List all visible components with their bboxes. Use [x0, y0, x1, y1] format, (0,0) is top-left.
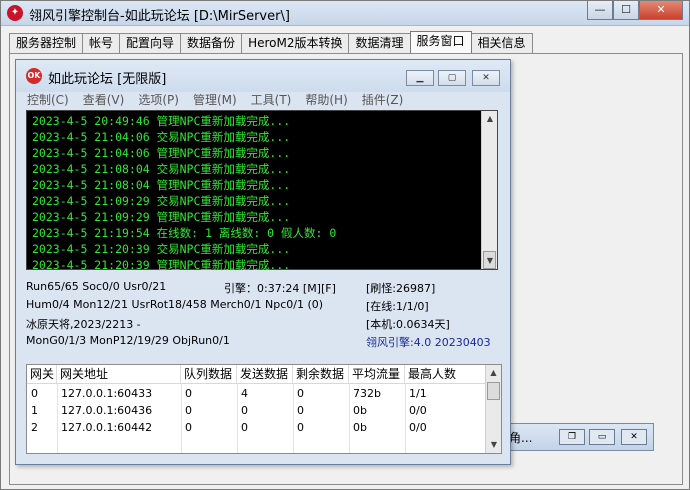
cell-remaining: 0 — [297, 421, 304, 434]
cell-avg-traffic: 732b — [353, 387, 381, 400]
app-logo-icon: ✦ — [7, 5, 23, 21]
window-title: 翎风引擎控制台-如此玩论坛 [D:\MirServer\] — [29, 9, 290, 24]
menu-options[interactable]: 选项(P) — [131, 90, 186, 110]
status-server-info: 冰原天将,2023/2213 - — [26, 318, 141, 331]
cell-queue: 0 — [185, 421, 192, 434]
status-hum: Hum0/4 Mon12/21 UsrRot18/458 Merch0/1 Np… — [26, 298, 324, 311]
status-version: 翎风引擎:4.0 20230403 — [366, 336, 491, 349]
log-line: 2023-4-5 21:20:39 交易NPC重新加载完成... — [32, 242, 291, 256]
log-line: 2023-4-5 21:09:29 管理NPC重新加载完成... — [32, 210, 291, 224]
cell-address: 127.0.0.1:60442 — [61, 421, 153, 434]
cell-gateway: 1 — [31, 404, 38, 417]
main-window: ✦ 翎风引擎控制台-如此玩论坛 [D:\MirServer\] — ☐ ✕ 服务… — [0, 0, 690, 490]
minimized-window[interactable]: 角... ❐ ▭ ✕ — [504, 423, 654, 451]
log-line: 2023-4-5 21:09:29 交易NPC重新加载完成... — [32, 194, 291, 208]
gateway-table: 网关 网关地址 队列数据 发送数据 剩余数据 平均流量 最高人数 0 127.0… — [26, 364, 502, 454]
log-line: 2023-4-5 21:08:04 管理NPC重新加载完成... — [32, 178, 291, 192]
status-panel: Run65/65 Soc0/0 Usr0/21 引擎：0:37:24 [M][F… — [26, 276, 504, 364]
log-line: 2023-4-5 20:49:46 管理NPC重新加载完成... — [32, 114, 291, 128]
status-engine-time: 引擎：0:37:24 [M][F] — [224, 282, 336, 295]
col-queue[interactable]: 队列数据 — [181, 365, 237, 384]
col-avg-traffic[interactable]: 平均流量 — [349, 365, 405, 384]
close-button[interactable]: ✕ — [639, 1, 683, 20]
menu-control[interactable]: 控制(C) — [20, 90, 76, 110]
cell-max-users: 0/0 — [409, 421, 427, 434]
table-scrollbar-thumb[interactable] — [487, 382, 500, 400]
status-mon: MonG0/1/3 MonP12/19/29 ObjRun0/1 — [26, 334, 230, 347]
tab-herom2-convert[interactable]: HeroM2版本转换 — [241, 33, 350, 53]
cell-sent: 0 — [241, 421, 248, 434]
col-address[interactable]: 网关地址 — [57, 365, 181, 384]
table-header: 网关 网关地址 队列数据 发送数据 剩余数据 平均流量 最高人数 — [27, 365, 487, 384]
col-remaining[interactable]: 剩余数据 — [293, 365, 349, 384]
tab-config-wizard[interactable]: 配置向导 — [119, 33, 182, 53]
tab-related-info[interactable]: 相关信息 — [470, 33, 533, 53]
table-row[interactable]: 2 127.0.0.1:60442 0 0 0 0b 0/0 — [27, 419, 487, 436]
col-max-users[interactable]: 最高人数 — [405, 365, 487, 384]
close-icon[interactable]: ✕ — [621, 429, 647, 445]
table-scroll-down-icon[interactable]: ▼ — [486, 437, 502, 453]
log-console[interactable]: 2023-4-5 20:49:46 管理NPC重新加载完成... 2023-4-… — [26, 110, 498, 272]
menu-view[interactable]: 查看(V) — [76, 90, 132, 110]
service-window-title: 如此玩论坛 [无限版] — [48, 72, 167, 87]
cell-remaining: 0 — [297, 404, 304, 417]
cell-gateway: 2 — [31, 421, 38, 434]
cell-avg-traffic: 0b — [353, 421, 367, 434]
service-logo-icon: OK — [26, 68, 42, 84]
cell-max-users: 1/1 — [409, 387, 427, 400]
maximize-icon[interactable]: ▭ — [589, 429, 615, 445]
table-scroll-up-icon[interactable]: ▲ — [486, 365, 501, 381]
cell-gateway: 0 — [31, 387, 38, 400]
cell-queue: 0 — [185, 387, 192, 400]
menu-plugins[interactable]: 插件(Z) — [355, 90, 411, 110]
scroll-down-arrow-icon[interactable]: ▼ — [482, 253, 498, 269]
log-line: 2023-4-5 21:19:54 在线数: 1 离线数: 0 假人数: 0 — [32, 226, 337, 240]
log-line: 2023-4-5 21:04:06 管理NPC重新加载完成... — [32, 146, 291, 160]
title-bar[interactable]: ✦ 翎风引擎控制台-如此玩论坛 [D:\MirServer\] — ☐ ✕ — [1, 1, 689, 26]
cell-remaining: 0 — [297, 387, 304, 400]
minimized-window-label: 角... — [509, 431, 533, 445]
cell-address: 127.0.0.1:60433 — [61, 387, 153, 400]
service-close-button[interactable]: ✕ — [472, 70, 500, 86]
status-online: [在线:1/1/0] — [366, 300, 429, 313]
tab-data-backup[interactable]: 数据备份 — [180, 33, 243, 53]
scroll-up-arrow-icon[interactable]: ▲ — [482, 111, 498, 127]
log-line: 2023-4-5 21:20:39 管理NPC重新加载完成... — [32, 258, 291, 272]
menu-help[interactable]: 帮助(H) — [298, 90, 354, 110]
table-row[interactable]: 1 127.0.0.1:60436 0 0 0 0b 0/0 — [27, 402, 487, 419]
tab-account[interactable]: 帐号 — [82, 33, 121, 53]
col-sent[interactable]: 发送数据 — [237, 365, 293, 384]
cell-sent: 4 — [241, 387, 248, 400]
tab-data-cleanup[interactable]: 数据清理 — [348, 33, 411, 53]
service-title-bar[interactable]: OK 如此玩论坛 [无限版] ▁ ▢ ✕ — [16, 60, 510, 92]
col-gateway[interactable]: 网关 — [27, 365, 57, 384]
menu-bar: 控制(C) 查看(V) 选项(P) 管理(M) 工具(T) 帮助(H) 插件(Z… — [20, 90, 508, 110]
maximize-button[interactable]: ☐ — [613, 1, 639, 20]
log-line: 2023-4-5 21:04:06 交易NPC重新加载完成... — [32, 130, 291, 144]
cell-avg-traffic: 0b — [353, 404, 367, 417]
status-run: Run65/65 Soc0/0 Usr0/21 — [26, 280, 167, 293]
menu-manage[interactable]: 管理(M) — [186, 90, 244, 110]
tab-bar: 服务器控制 帐号 配置向导 数据备份 HeroM2版本转换 数据清理 服务窗口 … — [9, 31, 533, 53]
cell-sent: 0 — [241, 404, 248, 417]
minimize-button[interactable]: — — [587, 1, 613, 20]
cell-max-users: 0/0 — [409, 404, 427, 417]
status-local: [本机:0.0634天] — [366, 318, 450, 331]
restore-button[interactable]: ❐ — [559, 429, 585, 445]
console-scrollbar[interactable]: ▲ ▼ — [481, 111, 497, 269]
service-maximize-button[interactable]: ▢ — [438, 70, 466, 86]
tab-service-window[interactable]: 服务窗口 — [409, 31, 472, 53]
status-refresh: [刷怪:26987] — [366, 282, 436, 295]
service-minimize-button[interactable]: ▁ — [406, 70, 434, 86]
table-row[interactable]: 0 127.0.0.1:60433 0 4 0 732b 1/1 — [27, 385, 487, 402]
cell-address: 127.0.0.1:60436 — [61, 404, 153, 417]
log-line: 2023-4-5 21:08:04 交易NPC重新加载完成... — [32, 162, 291, 176]
cell-queue: 0 — [185, 404, 192, 417]
table-scrollbar[interactable]: ▲ ▼ — [485, 365, 501, 453]
tab-server-control[interactable]: 服务器控制 — [9, 33, 84, 53]
service-window: OK 如此玩论坛 [无限版] ▁ ▢ ✕ 控制(C) 查看(V) 选项(P) 管… — [15, 59, 511, 465]
menu-tools[interactable]: 工具(T) — [244, 90, 299, 110]
